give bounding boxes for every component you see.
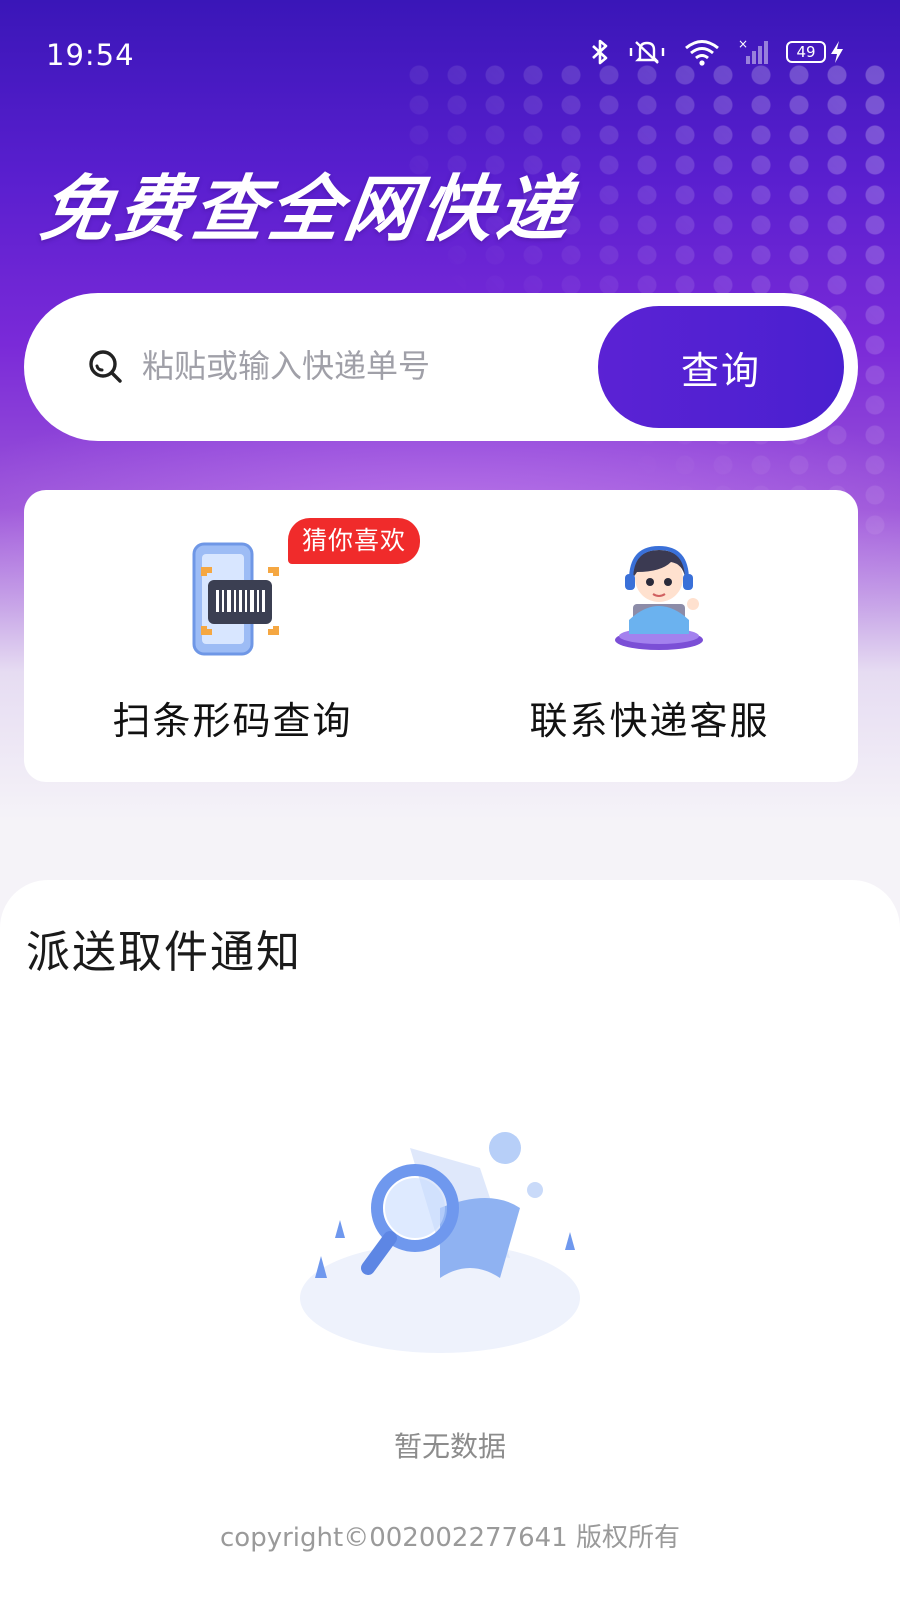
battery-level: 49 xyxy=(786,41,826,63)
status-time: 19:54 xyxy=(46,38,135,72)
mute-icon xyxy=(629,41,665,64)
scan-barcode-action[interactable]: 猜你喜欢 扫条形码查询 xyxy=(24,490,441,782)
charging-icon xyxy=(831,41,843,63)
svg-text:×: × xyxy=(738,38,748,51)
bluetooth-icon xyxy=(592,39,608,65)
quick-actions-card: 猜你喜欢 扫条形码查询 联系快递客服 xyxy=(24,490,858,782)
search-bar: 查询 xyxy=(24,293,858,441)
empty-state-text: 暂无数据 xyxy=(393,1430,506,1463)
empty-search-illustration xyxy=(300,1132,580,1353)
page-headline: 免费查全网快递 xyxy=(35,167,580,251)
signal-icon: × xyxy=(738,38,768,64)
delivery-notice-section: 派送取件通知 暂无数据 copyright©002002277641 版权所有 xyxy=(0,880,900,1600)
copyright-text: copyright©002002277641 版权所有 xyxy=(220,1523,680,1553)
wifi-icon xyxy=(685,40,719,66)
status-bar: 19:54 × 49 xyxy=(0,0,900,110)
contact-service-action[interactable]: 联系快递客服 xyxy=(441,490,858,782)
search-icon xyxy=(89,350,122,383)
contact-service-label: 联系快递客服 xyxy=(529,699,770,743)
tracking-number-input[interactable] xyxy=(142,341,582,391)
scan-barcode-label: 扫条形码查询 xyxy=(112,699,353,743)
status-icons: × 49 xyxy=(590,38,844,66)
query-button[interactable]: 查询 xyxy=(598,306,844,428)
section-title: 派送取件通知 xyxy=(26,927,302,978)
barcode-scan-icon xyxy=(192,542,279,656)
recommend-badge: 猜你喜欢 xyxy=(288,518,421,564)
battery-icon: 49 xyxy=(786,40,844,64)
customer-service-icon xyxy=(615,545,703,650)
